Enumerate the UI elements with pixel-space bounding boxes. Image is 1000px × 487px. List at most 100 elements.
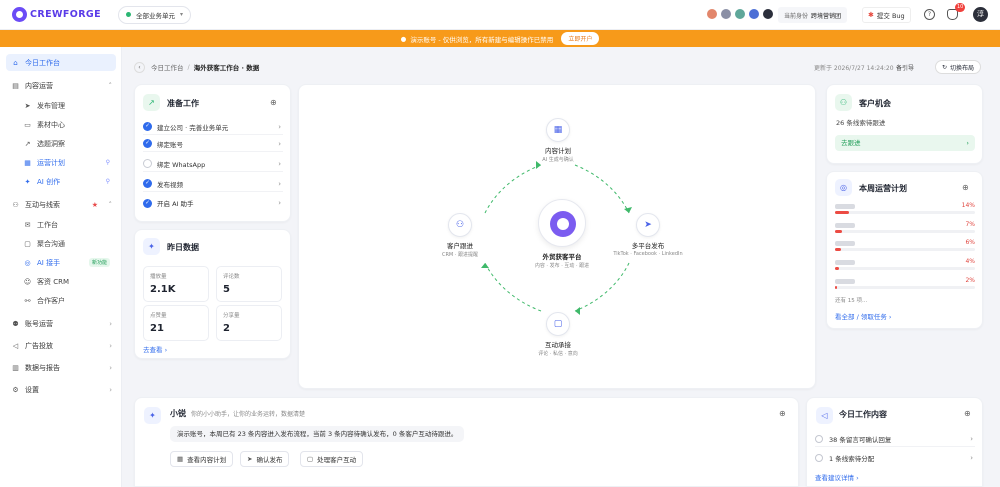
sidebar-group-settings[interactable]: ⚙ 设置 › (6, 381, 116, 398)
identity-label: 当前身份 (784, 12, 809, 20)
logo[interactable]: CREWFORGE (12, 7, 108, 22)
stat-likes: 点赞量 21 (143, 305, 209, 341)
hub-center[interactable]: 外贸获客平台 内容 · 发布 · 互动 · 跟进 (500, 199, 624, 269)
task-label: 建立公司 · 完善业务单元 (157, 123, 229, 132)
team-avatars[interactable] (706, 8, 776, 20)
sidebar-item-workbench[interactable]: ✉ 工作台 (18, 216, 116, 233)
go-follow-button[interactable]: 去跟进 › (835, 135, 975, 151)
demo-banner: ● 演示账号 - 仅供浏览，所有新建与编辑操作已禁用 立即开户 (0, 30, 1000, 47)
task-item[interactable]: 绑定 WhatsApp › (143, 156, 283, 172)
identity-indicator[interactable]: 当前身份 跨境营销团 (778, 7, 848, 23)
confirm-publish-button[interactable]: ➤ 确认发布 (240, 451, 290, 467)
task-label: 发布视频 (157, 180, 183, 189)
zoom-icon[interactable]: ⊕ (779, 409, 786, 418)
handshake-icon: ⚯ (24, 296, 31, 305)
card-title: 准备工作 (167, 99, 199, 108)
sidebar-item-ops-plan[interactable]: ▦ 运营计划 ⚲ (18, 154, 116, 171)
handle-interaction-button[interactable]: ▢ 处理客户互动 (300, 451, 364, 467)
view-all-label: 看全部 / 领取任务 (835, 313, 887, 321)
task-item[interactable]: ✓ 发布视频 › (143, 176, 283, 192)
sidebar-item-insights[interactable]: ↗ 选题洞察 (18, 135, 116, 152)
calendar-icon: ▦ (24, 158, 31, 167)
sidebar-group-accounts[interactable]: ⚉ 账号运营 › (6, 315, 116, 332)
sidebar-item-ai-takeover[interactable]: ◎ AI 接手 新功能 (18, 254, 116, 271)
chat-icon: ▢ (24, 239, 31, 248)
sidebar-item-ai-create[interactable]: ✦ AI 创作 ⚲ (18, 173, 116, 190)
sidebar-group-ads[interactable]: ◁ 广告投放 › (6, 337, 116, 354)
zoom-icon[interactable]: ⊕ (964, 409, 971, 418)
chevron-up-icon: ˄ (108, 200, 113, 209)
hub-node-name: 互动承接 (545, 341, 571, 349)
zoom-icon[interactable]: ⊕ (270, 98, 277, 107)
redacted-label (835, 260, 855, 265)
help-icon[interactable]: ? (924, 9, 935, 20)
sidebar-item-today[interactable]: ⌂ 今日工作台 (6, 54, 116, 71)
avatar (748, 8, 760, 20)
chevron-up-icon: ˄ (108, 81, 113, 90)
view-more-link[interactable]: 去查看 › (143, 344, 167, 354)
task-item[interactable]: ✓ 建立公司 · 完善业务单元 › (143, 119, 283, 135)
flow-arrow (574, 262, 630, 312)
hub-node-follow-up[interactable]: ⚇ 客户跟进 CRM · 跟进提醒 (412, 213, 508, 258)
redacted-label (835, 241, 855, 246)
calendar-icon: ▦ (546, 118, 570, 142)
sidebar-item-assets[interactable]: ▭ 素材中心 (18, 116, 116, 133)
switch-layout-button[interactable]: ↻ 切换布局 (935, 60, 982, 74)
task-item[interactable]: ✓ 绑定账号 › (143, 136, 283, 152)
logo-mark (12, 7, 27, 22)
chevron-right-icon: › (970, 454, 973, 462)
pin-icon[interactable]: ⚲ (106, 159, 110, 166)
sidebar-item-label: 运营计划 (37, 158, 65, 167)
plan-row[interactable]: 6% (835, 239, 975, 257)
view-all-link[interactable]: 看全部 / 领取任务 › (835, 311, 892, 321)
hub-node-content-plan[interactable]: ▦ 内容计划 AI 生成与确认 (510, 118, 606, 163)
sidebar-item-partners[interactable]: ⚯ 合作客户 (18, 292, 116, 309)
plan-row[interactable]: 14% (835, 202, 975, 220)
status-dot (126, 12, 131, 17)
back-arrow-icon[interactable]: ‹ (134, 61, 145, 73)
plan-row[interactable]: 2% (835, 277, 975, 295)
today-item-label: 38 条留言可确认回复 (829, 435, 892, 444)
pin-icon[interactable]: ⚲ (106, 178, 110, 185)
arrowhead (481, 263, 489, 268)
plan-row[interactable]: 7% (835, 221, 975, 239)
action-label: 确认发布 (256, 456, 283, 464)
view-suggestions-link[interactable]: 查看建议详情 › (815, 472, 859, 482)
view-content-plan-button[interactable]: ▦ 查看内容计划 (170, 451, 234, 467)
sidebar-item-chat[interactable]: ▢ 聚合沟通 (18, 235, 116, 252)
today-item[interactable]: 1 条线索待分配 › (815, 450, 975, 466)
sidebar-group-content-ops[interactable]: ▤ 内容运营 ˄ (6, 77, 116, 94)
assistant-subtitle: 你的小小助手，让你的业务运转，数据清楚 (191, 411, 306, 418)
user-avatar[interactable]: 淳 (973, 7, 988, 22)
hub-node-interaction[interactable]: ▢ 互动承接 评论 · 私信 · 意向 (510, 312, 606, 357)
view-more-label: 去查看 (143, 346, 163, 354)
people-icon: ⚇ (12, 200, 19, 209)
hub-node-sub: 评论 · 私信 · 意向 (538, 351, 578, 357)
business-unit-select[interactable]: 全部业务单元 ▾ (118, 5, 192, 24)
open-account-button[interactable]: 立即开户 (561, 32, 600, 45)
submit-bug-button[interactable]: ✱ 提交 Bug (862, 7, 911, 23)
sidebar-item-label: 内容运营 (25, 81, 53, 90)
sidebar-item-crm[interactable]: ☺ 客资 CRM (18, 273, 116, 290)
task-item[interactable]: ✓ 开启 AI 助手 › (143, 195, 283, 211)
people-icon: ⚇ (448, 213, 472, 237)
plan-row[interactable]: 4% (835, 258, 975, 276)
unchecked-icon (143, 159, 152, 168)
breadcrumb-home[interactable]: 今日工作台 (151, 62, 184, 72)
hub-node-sub: AI 生成与确认 (542, 157, 574, 163)
sidebar-item-publish[interactable]: ➤ 发布管理 (18, 97, 116, 114)
stat-shares: 分享量 2 (216, 305, 282, 341)
go-follow-label: 去跟进 (841, 139, 861, 147)
assistant-card: ✦ 小锐 你的小小助手，让你的业务运转，数据清楚 ⊕ (134, 397, 799, 487)
chevron-right-icon: › (109, 341, 112, 350)
task-label: 绑定 WhatsApp (157, 160, 206, 169)
zoom-icon[interactable]: ⊕ (962, 183, 969, 192)
plan-percent: 6% (965, 239, 975, 246)
sidebar-group-reports[interactable]: ▥ 数据与报告 › (6, 359, 116, 376)
sidebar-group-interaction[interactable]: ⚇ 互动与线索 ★ ˄ (6, 196, 116, 213)
sidebar-item-label: 账号运营 (25, 319, 53, 328)
send-icon: ➤ (247, 455, 253, 463)
guide-link[interactable]: 备引导 (896, 63, 914, 72)
today-item[interactable]: 38 条留言可确认回复 › (815, 431, 975, 447)
check-icon: ✓ (143, 122, 152, 131)
